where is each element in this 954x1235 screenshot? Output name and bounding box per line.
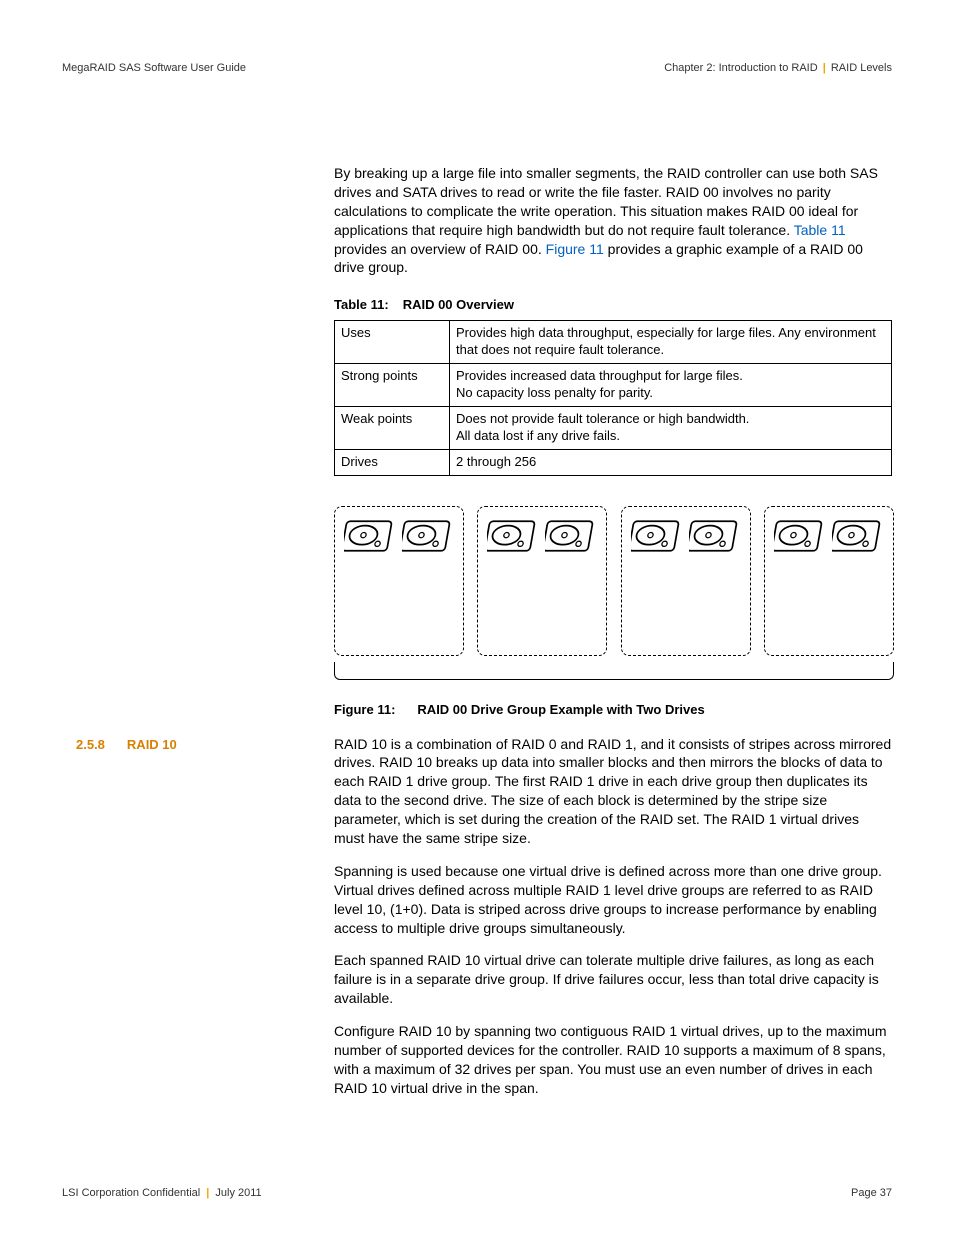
body-paragraph: Configure RAID 10 by spanning two contig… (334, 1022, 892, 1098)
table-caption: Table 11:RAID 00 Overview (334, 297, 892, 312)
raid00-diagram (334, 506, 894, 680)
footer-left: LSI Corporation Confidential | July 2011 (62, 1187, 262, 1199)
drive-group (764, 506, 894, 656)
body-paragraph: RAID 10 is a combination of RAID 0 and R… (334, 735, 892, 848)
header-separator: | (821, 62, 828, 74)
hard-drive-icon (832, 517, 884, 555)
intro-paragraph: By breaking up a large file into smaller… (334, 164, 892, 277)
drive-group (334, 506, 464, 656)
table-row: Strong points Provides increased data th… (335, 364, 892, 407)
hard-drive-icon (774, 517, 826, 555)
body-paragraph: Each spanned RAID 10 virtual drive can t… (334, 951, 892, 1008)
page-header: MegaRAID SAS Software User Guide Chapter… (62, 62, 892, 74)
link-figure-11[interactable]: Figure 11 (546, 241, 604, 257)
table-row: Weak points Does not provide fault toler… (335, 406, 892, 449)
figure-caption: Figure 11:RAID 00 Drive Group Example wi… (334, 702, 892, 717)
table-row: Uses Provides high data throughput, espe… (335, 321, 892, 364)
page-footer: LSI Corporation Confidential | July 2011… (62, 1187, 892, 1199)
footer-separator: | (203, 1187, 212, 1199)
section-heading: 2.5.8 RAID 10 (76, 737, 177, 752)
hard-drive-icon (689, 517, 741, 555)
hard-drive-icon (344, 517, 396, 555)
link-table-11[interactable]: Table 11 (794, 222, 846, 238)
span-bracket (334, 662, 894, 680)
header-left: MegaRAID SAS Software User Guide (62, 62, 246, 74)
hard-drive-icon (487, 517, 539, 555)
body-paragraph: Spanning is used because one virtual dri… (334, 862, 892, 938)
header-right: Chapter 2: Introduction to RAID | RAID L… (664, 62, 892, 74)
drive-group (621, 506, 751, 656)
footer-right: Page 37 (851, 1187, 892, 1199)
table-row: Drives 2 through 256 (335, 449, 892, 475)
hard-drive-icon (545, 517, 597, 555)
raid00-overview-table: Uses Provides high data throughput, espe… (334, 320, 892, 475)
hard-drive-icon (402, 517, 454, 555)
drive-group (477, 506, 607, 656)
hard-drive-icon (631, 517, 683, 555)
